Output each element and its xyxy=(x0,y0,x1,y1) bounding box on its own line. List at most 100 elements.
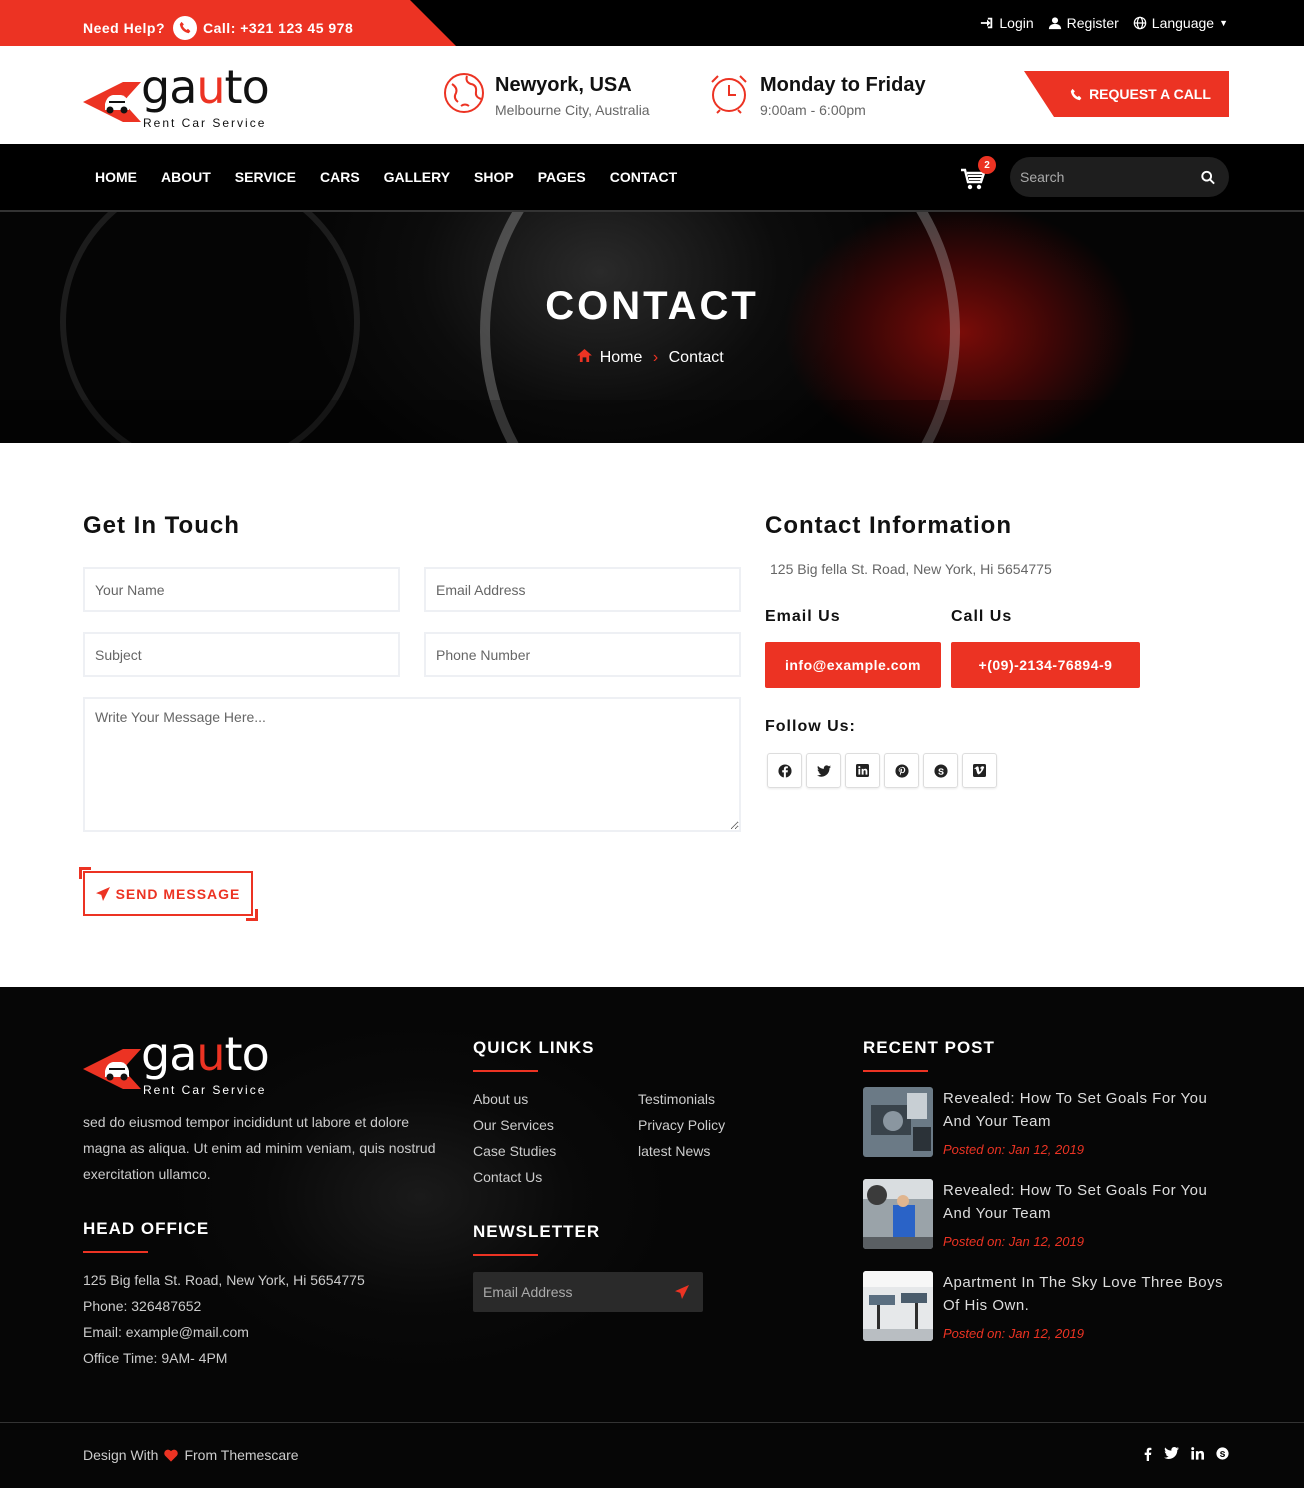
recent-post-item[interactable]: Revealed: How To Set Goals For You And Y… xyxy=(863,1179,1229,1251)
login-icon xyxy=(981,17,993,29)
newsletter-email-input[interactable] xyxy=(483,1284,675,1300)
car-logo-icon xyxy=(83,1049,141,1089)
send-message-button[interactable]: SEND MESSAGE xyxy=(83,871,253,916)
language-dropdown[interactable]: Language ▼ xyxy=(1133,15,1228,31)
search-input[interactable] xyxy=(1020,169,1201,185)
post-thumbnail xyxy=(863,1087,933,1157)
call-button[interactable]: +(09)-2134-76894-9 xyxy=(951,642,1140,688)
search-box xyxy=(1010,157,1229,197)
footer-credit: Design With From Themescare xyxy=(83,1447,299,1463)
nav-item-pages[interactable]: PAGES xyxy=(526,169,598,185)
post-date: Posted on: Jan 12, 2019 xyxy=(943,1142,1084,1157)
post-thumbnail xyxy=(863,1179,933,1249)
hours-subtitle: 9:00am - 6:00pm xyxy=(760,102,866,118)
register-link[interactable]: Register xyxy=(1048,15,1119,31)
cart-button[interactable]: 2 xyxy=(960,156,996,194)
credit-text-after: From Themescare xyxy=(184,1447,299,1463)
page-title: CONTACT xyxy=(545,284,759,328)
footer-skype-link[interactable] xyxy=(1216,1447,1229,1464)
email-button[interactable]: info@example.com xyxy=(765,642,941,688)
search-icon[interactable] xyxy=(1201,170,1215,185)
post-title: Revealed: How To Set Goals For You And Y… xyxy=(943,1090,1208,1130)
language-label: Language xyxy=(1151,15,1215,31)
paper-plane-icon xyxy=(95,886,110,901)
request-call-button[interactable]: REQUEST A CALL xyxy=(1024,71,1229,117)
paper-plane-icon[interactable] xyxy=(675,1285,689,1299)
footer-twitter-link[interactable] xyxy=(1164,1447,1179,1464)
name-field[interactable] xyxy=(83,567,400,612)
footer-linkedin-link[interactable] xyxy=(1191,1447,1204,1464)
vimeo-button[interactable] xyxy=(962,753,997,788)
head-office-title: HEAD OFFICE xyxy=(83,1219,210,1253)
facebook-button[interactable] xyxy=(767,753,802,788)
breadcrumb-home-link[interactable]: Home xyxy=(577,349,650,366)
newsletter-form xyxy=(473,1272,703,1312)
help-phone-link[interactable]: Call: +321 123 45 978 xyxy=(203,20,353,36)
recent-post-item[interactable]: Revealed: How To Set Goals For You And Y… xyxy=(863,1087,1229,1159)
twitter-button[interactable] xyxy=(806,753,841,788)
footer-facebook-link[interactable] xyxy=(1144,1447,1152,1464)
message-field[interactable] xyxy=(83,697,741,832)
skype-icon xyxy=(933,763,948,778)
footer-about-text: sed do eiusmod tempor incididunt ut labo… xyxy=(83,1114,436,1182)
logo-tagline: Rent Car Service xyxy=(143,1083,267,1097)
skype-icon xyxy=(1216,1447,1229,1460)
office-email: Email: example@mail.com xyxy=(83,1324,249,1340)
help-label: Need Help? xyxy=(83,19,166,36)
nav-item-home[interactable]: HOME xyxy=(83,169,149,185)
alarm-clock-icon xyxy=(711,75,747,114)
follow-us-label: Follow Us: xyxy=(765,718,856,735)
phone-field[interactable] xyxy=(424,632,741,677)
linkedin-icon xyxy=(1191,1447,1204,1460)
logo-wordmark: gauto xyxy=(141,1027,270,1081)
post-title: Revealed: How To Set Goals For You And Y… xyxy=(943,1182,1208,1222)
pinterest-button[interactable] xyxy=(884,753,919,788)
post-title: Apartment In The Sky Love Three Boys Of … xyxy=(943,1274,1224,1314)
quick-link-about[interactable]: About us xyxy=(473,1086,556,1112)
chevron-right-icon: › xyxy=(652,349,659,366)
linkedin-button[interactable] xyxy=(845,753,880,788)
nav-item-gallery[interactable]: GALLERY xyxy=(372,169,462,185)
twitter-icon xyxy=(1164,1447,1179,1459)
car-logo-icon xyxy=(83,82,141,122)
nav-item-cars[interactable]: CARS xyxy=(308,169,372,185)
subject-field[interactable] xyxy=(83,632,400,677)
call-us-label: Call Us xyxy=(951,608,1013,625)
skype-button[interactable] xyxy=(923,753,958,788)
login-link[interactable]: Login xyxy=(980,15,1034,31)
location-title: Newyork, USA xyxy=(495,74,632,96)
twitter-icon xyxy=(816,764,831,777)
site-footer: gauto Rent Car Service sed do eiusmod te… xyxy=(0,987,1304,1488)
location-subtitle: Melbourne City, Australia xyxy=(495,102,650,118)
quick-link-case-studies[interactable]: Case Studies xyxy=(473,1138,556,1164)
quick-link-news[interactable]: latest News xyxy=(638,1138,725,1164)
phone-icon xyxy=(1070,88,1082,100)
page-banner: CONTACT Home › Contact xyxy=(0,212,1304,443)
nav-item-contact[interactable]: CONTACT xyxy=(598,169,689,185)
home-icon xyxy=(577,349,593,362)
send-message-label: SEND MESSAGE xyxy=(115,885,241,902)
email-field[interactable] xyxy=(424,567,741,612)
facebook-icon xyxy=(1144,1447,1152,1461)
login-label: Login xyxy=(999,15,1034,31)
office-phone: Phone: 326487652 xyxy=(83,1298,202,1314)
main-nav: HOME ABOUT SERVICE CARS GALLERY SHOP PAG… xyxy=(0,144,1304,212)
site-logo[interactable]: gauto Rent Car Service xyxy=(83,64,293,130)
quick-link-services[interactable]: Our Services xyxy=(473,1112,556,1138)
nav-item-shop[interactable]: SHOP xyxy=(462,169,526,185)
quick-link-privacy[interactable]: Privacy Policy xyxy=(638,1112,725,1138)
recent-post-item[interactable]: Apartment In The Sky Love Three Boys Of … xyxy=(863,1271,1229,1343)
office-hours: Office Time: 9AM- 4PM xyxy=(83,1350,228,1366)
post-thumbnail xyxy=(863,1271,933,1341)
head-office-list: 125 Big fella St. Road, New York, Hi 565… xyxy=(83,1267,365,1371)
footer-logo[interactable]: gauto Rent Car Service xyxy=(83,1031,293,1097)
nav-item-about[interactable]: ABOUT xyxy=(149,169,223,185)
hours-title: Monday to Friday xyxy=(760,74,926,96)
user-icon xyxy=(1048,17,1061,30)
banner-shade xyxy=(0,400,1304,443)
quick-link-contact[interactable]: Contact Us xyxy=(473,1164,556,1190)
nav-item-service[interactable]: SERVICE xyxy=(223,169,308,185)
quick-link-testimonials[interactable]: Testimonials xyxy=(638,1086,725,1112)
linkedin-icon xyxy=(856,764,869,777)
location-info: Newyork, USA Melbourne City, Australia xyxy=(443,72,650,118)
